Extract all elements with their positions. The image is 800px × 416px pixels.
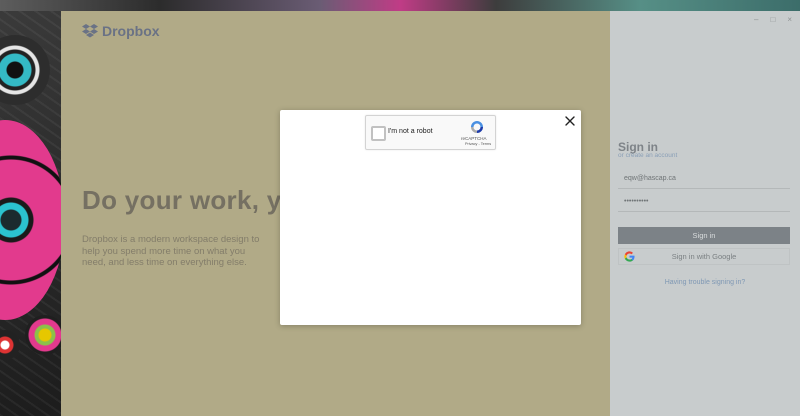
dropbox-icon: [82, 24, 98, 38]
close-window-button[interactable]: ×: [787, 15, 792, 24]
google-icon: [624, 251, 635, 262]
wallpaper-flower-yellow: [25, 315, 65, 355]
recaptcha-brand: reCAPTCHA: [461, 136, 487, 141]
recaptcha-widget: I'm not a robot reCAPTCHA Privacy - Term…: [365, 115, 496, 150]
not-a-robot-label: I'm not a robot: [388, 128, 433, 135]
hero-title: Do your work, yo: [82, 185, 298, 215]
password-value: ••••••••••: [624, 198, 649, 205]
google-signin-button[interactable]: Sign in with Google: [618, 248, 790, 265]
wallpaper-flower-small: [0, 330, 20, 360]
not-a-robot-checkbox[interactable]: [371, 126, 386, 141]
maximize-button[interactable]: □: [770, 15, 775, 24]
recaptcha-logo-icon: [471, 121, 483, 133]
signin-panel: – □ × Sign in or create an account eqw@h…: [610, 11, 800, 416]
captcha-dialog: I'm not a robot reCAPTCHA Privacy - Term…: [280, 110, 581, 325]
hero-subtitle: Dropbox is a modern workspace design to …: [82, 234, 260, 268]
wallpaper-flower-pink: [0, 120, 65, 320]
wallpaper-top-strip: [0, 0, 800, 11]
create-account-link[interactable]: or create an account: [618, 152, 677, 159]
window-controls: – □ ×: [754, 15, 792, 24]
recaptcha-terms-link[interactable]: Privacy - Terms: [465, 142, 491, 146]
minimize-button[interactable]: –: [754, 15, 758, 24]
email-field[interactable]: eqw@hascap.ca: [618, 171, 790, 189]
dropbox-logo: Dropbox: [82, 23, 160, 39]
close-icon[interactable]: [563, 114, 577, 128]
signin-button[interactable]: Sign in: [618, 227, 790, 244]
password-field[interactable]: ••••••••••: [618, 194, 790, 212]
email-value: eqw@hascap.ca: [624, 175, 676, 182]
google-signin-label: Sign in with Google: [671, 252, 737, 261]
logo-text: Dropbox: [102, 23, 160, 39]
trouble-signing-in-link[interactable]: Having trouble signing in?: [610, 279, 800, 286]
wallpaper-flower-teal: [0, 35, 50, 105]
